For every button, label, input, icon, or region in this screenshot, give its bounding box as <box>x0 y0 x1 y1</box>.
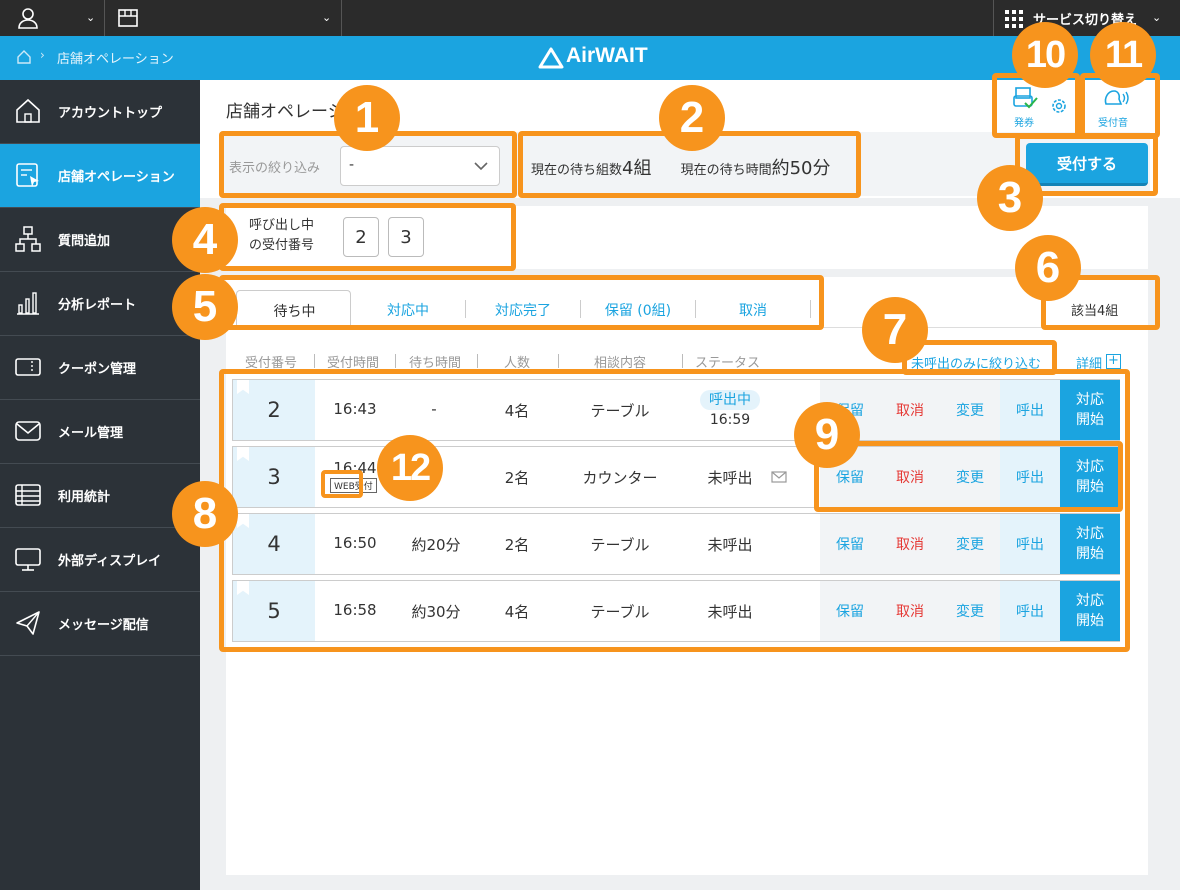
mail-icon <box>15 421 41 441</box>
sidebar-item-label: クーポン管理 <box>58 362 137 377</box>
divider <box>341 0 342 36</box>
home-icon[interactable] <box>16 49 32 65</box>
table-icon <box>15 484 41 506</box>
sidebar-item-coupon[interactable]: クーポン管理 <box>0 336 200 400</box>
annotation-badge: 12 <box>377 435 443 501</box>
annotation-box <box>321 470 363 498</box>
sidebar-item-usage-stats[interactable]: 利用統計 <box>0 464 200 528</box>
annotation-badge: 5 <box>172 274 238 340</box>
sidebar-item-add-question[interactable]: 質問追加 <box>0 208 200 272</box>
sidebar-item-label: メール管理 <box>58 426 124 441</box>
divider <box>558 354 559 368</box>
chevron-down-icon[interactable]: ⌄ <box>86 11 95 24</box>
user-icon[interactable] <box>16 6 40 30</box>
annotation-box <box>814 441 1123 512</box>
divider <box>395 354 396 368</box>
paper-plane-icon <box>16 611 40 635</box>
store-icon[interactable] <box>116 6 140 30</box>
annotation-box <box>219 203 516 271</box>
sidebar-item-analysis-report[interactable]: 分析レポート <box>0 272 200 336</box>
plus-icon[interactable]: + <box>1106 354 1121 369</box>
sidebar-item-label: 店舗オペレーション <box>58 170 175 185</box>
monitor-icon <box>15 548 41 571</box>
annotation-badge: 9 <box>794 402 860 468</box>
grid-icon[interactable] <box>1005 10 1023 28</box>
annotation-box <box>219 275 824 330</box>
sidebar: アカウントトップ 店舗オペレーション 質問追加 分析レポート クーポン管理 メー… <box>0 80 200 890</box>
annotation-badge: 2 <box>659 85 725 151</box>
home-icon <box>16 98 40 123</box>
sidebar-item-store-operation[interactable]: 店舗オペレーション <box>0 144 200 208</box>
annotation-badge: 3 <box>977 165 1043 231</box>
sidebar-item-message[interactable]: メッセージ配信 <box>0 592 200 656</box>
chevron-down-icon[interactable]: ⌄ <box>1152 11 1161 24</box>
sidebar-item-label: 利用統計 <box>58 490 111 505</box>
sidebar-item-label: メッセージ配信 <box>58 618 149 633</box>
logo-icon <box>538 47 564 69</box>
hierarchy-icon <box>15 226 41 252</box>
annotation-badge: 7 <box>862 297 928 363</box>
annotation-badge: 8 <box>172 481 238 547</box>
top-bar: ⌄ ⌄ サービス切り替え ⌄ <box>0 0 1180 36</box>
divider <box>477 354 478 368</box>
chevron-right-icon: › <box>40 48 45 62</box>
sidebar-item-account-top[interactable]: アカウントトップ <box>0 80 200 144</box>
store-operation-icon <box>16 163 39 187</box>
annotation-badge: 1 <box>334 85 400 151</box>
annotation-badge: 10 <box>1012 22 1078 88</box>
sidebar-item-label: 質問追加 <box>58 234 111 249</box>
sidebar-item-mail[interactable]: メール管理 <box>0 400 200 464</box>
sidebar-item-external-display[interactable]: 外部ディスプレイ <box>0 528 200 592</box>
annotation-badge: 6 <box>1015 235 1081 301</box>
app-logo: AirWAIT <box>566 44 648 67</box>
annotation-badge: 4 <box>172 207 238 273</box>
sidebar-item-label: 外部ディスプレイ <box>58 554 162 569</box>
chevron-down-icon[interactable]: ⌄ <box>322 11 331 24</box>
sidebar-item-label: アカウントトップ <box>58 106 163 121</box>
bar-chart-icon <box>17 292 39 315</box>
breadcrumb[interactable]: 店舗オペレーション <box>57 48 174 67</box>
annotation-badge: 11 <box>1090 22 1156 88</box>
divider <box>314 354 315 368</box>
divider <box>104 0 105 36</box>
sidebar-item-label: 分析レポート <box>58 298 137 313</box>
coupon-icon <box>15 358 41 376</box>
divider <box>993 0 994 36</box>
divider <box>682 354 683 368</box>
